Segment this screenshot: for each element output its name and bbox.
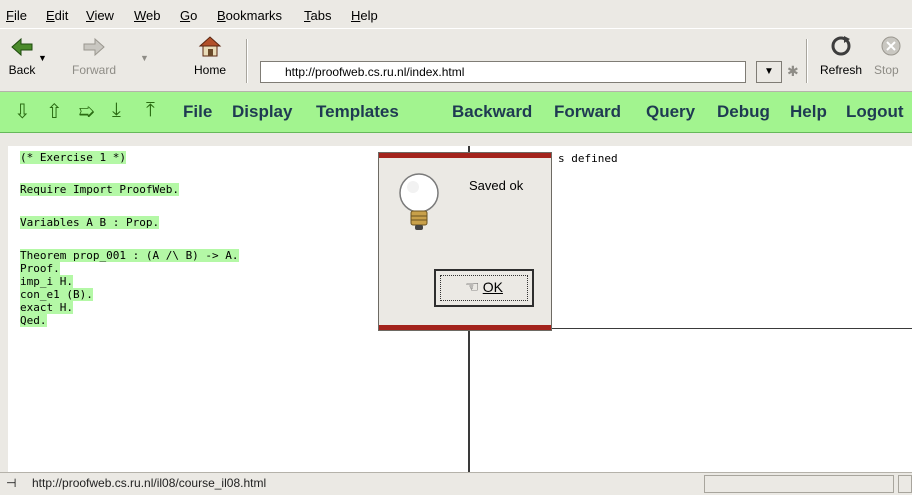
step-up-icon[interactable]: ⇧ (46, 99, 63, 124)
ok-button[interactable]: ☜ OK (434, 269, 534, 307)
menu-help-rest: elp (360, 8, 378, 23)
editor-line-text: Require Import ProofWeb. (20, 183, 179, 196)
status-progress-panel (704, 475, 894, 493)
menu-bookmarks[interactable]: Bookmarks (217, 8, 282, 23)
navigation-toolbar: Back ▼ Forward ▼ Home ➯ http://proofweb.… (0, 28, 912, 92)
ok-hand-icon: ☜ (465, 279, 480, 296)
url-field[interactable]: http://proofweb.cs.ru.nl/index.html (260, 61, 746, 83)
url-dropdown-button[interactable]: ▼ (756, 61, 782, 83)
status-bar: ⊣ http://proofweb.cs.ru.nl/il08/course_i… (0, 472, 912, 495)
status-text: http://proofweb.cs.ru.nl/il08/course_il0… (32, 476, 267, 490)
menu-tabs[interactable]: Tabs (304, 8, 331, 23)
step-to-start-icon[interactable]: ⤒ (146, 99, 155, 122)
editor-line: Variables A B : Prop. (20, 216, 160, 229)
pw-menu-display[interactable]: Display (232, 102, 292, 122)
back-button[interactable]: Back (2, 35, 42, 85)
editor-line-text: Theorem prop_001 : (A /\ B) -> A. (20, 249, 239, 262)
step-down-icon[interactable]: ⇩ (14, 99, 31, 124)
editor-line-text: Qed. (20, 314, 47, 327)
proofweb-toolbar: ⇩ ⇧ ➯ ⤓ ⤒ File Display Templates Backwar… (0, 92, 912, 133)
throbber-icon: ✱ (787, 63, 799, 79)
goto-cursor-icon[interactable]: ➯ (78, 99, 95, 124)
step-to-end-icon[interactable]: ⤓ (112, 99, 121, 122)
editor-line-text: con_e1 (B). (20, 288, 93, 301)
menu-help[interactable]: Help (351, 8, 378, 23)
menu-bookmarks-rest: ookmarks (225, 8, 283, 23)
editor-line: Require Import ProofWeb. (20, 183, 179, 196)
ok-focus-ring: ☜ OK (440, 275, 528, 301)
forward-button[interactable]: Forward (62, 35, 126, 85)
url-text: http://proofweb.cs.ru.nl/index.html (285, 65, 465, 79)
menu-bookmarks-accel: B (217, 8, 226, 23)
editor-line: Qed. (20, 314, 47, 327)
home-icon (198, 36, 222, 57)
goals-output-text: s defined (558, 152, 618, 165)
refresh-button[interactable]: Refresh (814, 35, 868, 85)
stop-icon (881, 36, 901, 56)
ok-label: OK (482, 279, 503, 295)
dialog-top-bar (379, 153, 551, 158)
editor-line-text: Variables A B : Prop. (20, 216, 160, 229)
editor-line-text: imp_i H. (20, 275, 73, 288)
dialog-message: Saved ok (469, 178, 524, 193)
menu-web-rest: eb (146, 8, 161, 23)
menu-tabs-rest: abs (310, 8, 332, 23)
stop-button[interactable]: Stop (870, 35, 912, 85)
editor-line: con_e1 (B). (20, 288, 93, 301)
pw-menu-query[interactable]: Query (646, 102, 695, 122)
menu-edit[interactable]: Edit (46, 8, 68, 23)
stop-label: Stop (874, 63, 899, 77)
forward-label: Forward (71, 63, 116, 77)
saved-dialog: Saved ok ☜ OK (378, 152, 552, 331)
pw-menu-debug[interactable]: Debug (717, 102, 770, 122)
refresh-label: Refresh (819, 63, 863, 77)
pw-menu-templates[interactable]: Templates (316, 102, 399, 122)
menu-web-accel: W (134, 8, 147, 23)
toolbar-separator (806, 39, 808, 83)
editor-line-text: Proof. (20, 262, 60, 275)
editor-line: exact H. (20, 301, 73, 314)
home-label: Home (193, 63, 226, 77)
pw-menu-help[interactable]: Help (790, 102, 827, 122)
forward-history-dropdown-icon[interactable]: ▼ (140, 53, 149, 63)
editor-line: Theorem prop_001 : (A /\ B) -> A. (20, 249, 239, 262)
menu-file[interactable]: File (6, 8, 27, 23)
menu-go-accel: G (180, 8, 191, 23)
editor-line-text: exact H. (20, 301, 73, 314)
editor-line: Proof. (20, 262, 60, 275)
menu-go[interactable]: Go (180, 8, 197, 23)
refresh-icon (831, 36, 851, 56)
forward-arrow-icon (83, 37, 105, 57)
status-security-panel[interactable] (898, 475, 912, 493)
pw-menu-forward[interactable]: Forward (554, 102, 621, 122)
back-history-dropdown-icon[interactable]: ▼ (38, 53, 47, 63)
editor-line: imp_i H. (20, 275, 73, 288)
toolbar-separator (246, 39, 248, 83)
menu-go-rest: o (190, 8, 198, 23)
editor-line-text: (* Exercise 1 *) (20, 151, 126, 164)
menu-edit-accel: E (46, 8, 55, 23)
menu-file-rest: ile (13, 8, 27, 23)
menu-bar: File Edit View Web Go Bookmarks Tabs Hel… (0, 0, 912, 28)
menu-view-rest: iew (94, 8, 114, 23)
menu-view[interactable]: View (86, 8, 114, 23)
menu-web[interactable]: Web (134, 8, 161, 23)
pw-menu-backward[interactable]: Backward (452, 102, 532, 122)
menu-edit-rest: dit (54, 8, 69, 23)
dialog-bottom-bar (379, 325, 551, 330)
editor-line: (* Exercise 1 *) (20, 151, 126, 164)
menu-help-accel: H (351, 8, 361, 23)
lightbulb-icon (399, 173, 439, 230)
menu-file-accel: F (6, 8, 14, 23)
back-arrow-icon (11, 37, 33, 57)
pw-menu-file[interactable]: File (183, 102, 212, 122)
back-label: Back (8, 63, 36, 77)
pw-menu-logout[interactable]: Logout (846, 102, 904, 122)
connection-status-icon: ⊣ (6, 476, 17, 490)
home-button[interactable]: Home (188, 35, 232, 85)
